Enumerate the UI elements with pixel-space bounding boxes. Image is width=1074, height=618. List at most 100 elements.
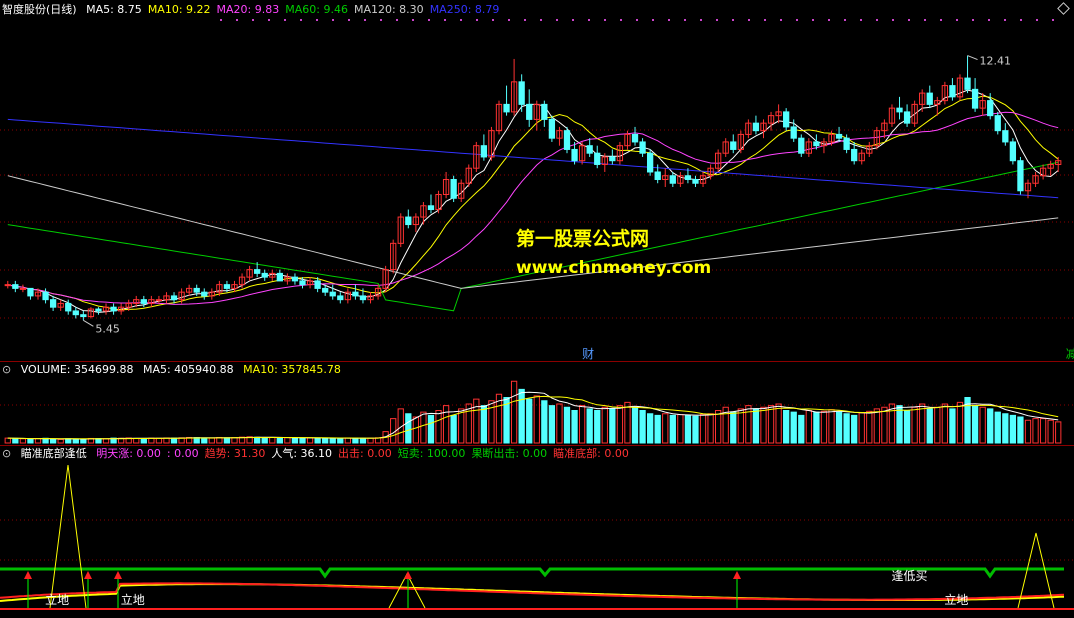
signal-dot <box>604 19 606 21</box>
volume-bar <box>450 414 457 444</box>
signal-dot <box>924 19 926 21</box>
candle-body <box>49 299 57 308</box>
volume-bar <box>80 438 87 444</box>
signal-dot <box>380 19 382 21</box>
candle-body <box>541 103 548 120</box>
volume-bar <box>405 413 412 444</box>
signal-dot <box>428 19 430 21</box>
volume-bar <box>684 414 692 444</box>
up-arrow-icon <box>733 571 741 579</box>
volume-bar <box>473 398 480 444</box>
volume-bar <box>903 410 911 444</box>
candle-body <box>654 171 661 180</box>
low-pointer <box>83 319 94 327</box>
volume-bar <box>949 408 956 444</box>
volume-bar <box>140 438 147 444</box>
volume-bar <box>27 438 34 444</box>
volume-bar <box>57 438 64 444</box>
signal-dot <box>412 19 414 21</box>
high-price-label: 12.41 <box>980 55 1012 68</box>
signal-dot <box>1036 19 1038 21</box>
volume-bar <box>926 408 933 444</box>
volume-bar <box>760 406 767 444</box>
candle-body <box>65 302 72 312</box>
candle-body <box>518 81 525 105</box>
volume-bar <box>299 437 306 444</box>
candle-body <box>140 299 147 304</box>
volume-bar <box>510 380 518 444</box>
candle-body <box>730 141 737 150</box>
volume-bar <box>367 437 374 444</box>
signal-dot <box>748 19 750 21</box>
watermark-url: www.chnmoney.com <box>516 258 712 278</box>
signal-dot <box>972 19 974 21</box>
volume-bar <box>284 437 291 444</box>
signal-dot <box>508 19 510 21</box>
volume-bar <box>1009 414 1017 444</box>
candle-body <box>609 156 616 162</box>
volume-bar <box>609 408 616 444</box>
candle-body <box>27 287 34 297</box>
signal-dot <box>732 19 734 21</box>
volume-bar <box>654 414 661 444</box>
watermark-title: 第一股票公式网 <box>516 228 650 250</box>
volume-bar <box>715 410 722 444</box>
candle-body <box>526 103 533 120</box>
volume-bar <box>911 406 918 444</box>
candle-body <box>80 314 87 318</box>
volume-bar <box>12 437 19 444</box>
volume-bar <box>601 406 608 444</box>
volume-bar <box>707 413 714 444</box>
volume-bar <box>254 436 261 444</box>
candle-body <box>322 287 329 293</box>
candle-body <box>352 291 359 297</box>
candle-body <box>798 137 805 154</box>
signal-dot <box>460 19 462 21</box>
volume-bar <box>866 410 873 444</box>
signal-dot <box>300 19 302 21</box>
volume-bar <box>34 438 42 444</box>
candle-body <box>405 216 412 226</box>
volume-bar <box>745 405 752 444</box>
volume-bar <box>1032 418 1039 444</box>
volume-bar <box>873 408 880 444</box>
volume-bar <box>843 413 850 444</box>
signal-dot <box>348 19 350 21</box>
volume-bar <box>458 408 465 444</box>
candle-body <box>480 145 488 158</box>
volume-bar <box>1002 413 1009 444</box>
candle-body <box>329 291 336 297</box>
volume-bar <box>730 411 737 444</box>
volume-bar <box>344 437 351 444</box>
volume-bar <box>979 406 986 444</box>
volume-bar <box>518 388 525 444</box>
ma5-line <box>7 89 1059 313</box>
candle-body <box>95 308 102 312</box>
volume-bar <box>276 437 283 444</box>
candle-body <box>896 107 903 113</box>
volume-bar <box>798 414 805 444</box>
signal-dot <box>636 19 638 21</box>
volume-bar <box>329 437 336 444</box>
volume-bar <box>677 414 684 444</box>
candle-body <box>155 299 163 302</box>
candle-body <box>571 148 578 162</box>
candle-body <box>291 276 299 282</box>
signal-dot <box>812 19 814 21</box>
volume-bar <box>201 437 208 444</box>
volume-bar <box>1017 416 1024 444</box>
volume-bar <box>133 437 140 444</box>
volume-bar <box>435 410 442 444</box>
candle-body <box>548 118 556 139</box>
signal-dot <box>860 19 862 21</box>
candle-body <box>337 295 344 301</box>
indicator-annotation: 立地 <box>45 592 69 607</box>
candle-body <box>254 269 261 274</box>
stock-chart[interactable]: 12.415.45财减榜跌立地立地逢低买立地 <box>0 0 1074 618</box>
volume-bar <box>820 410 828 444</box>
candle-body <box>639 141 646 154</box>
indicator-annotation: 立地 <box>944 592 968 607</box>
candle-body <box>314 280 321 289</box>
candle-body <box>1009 141 1017 162</box>
signal-dot <box>524 19 526 21</box>
